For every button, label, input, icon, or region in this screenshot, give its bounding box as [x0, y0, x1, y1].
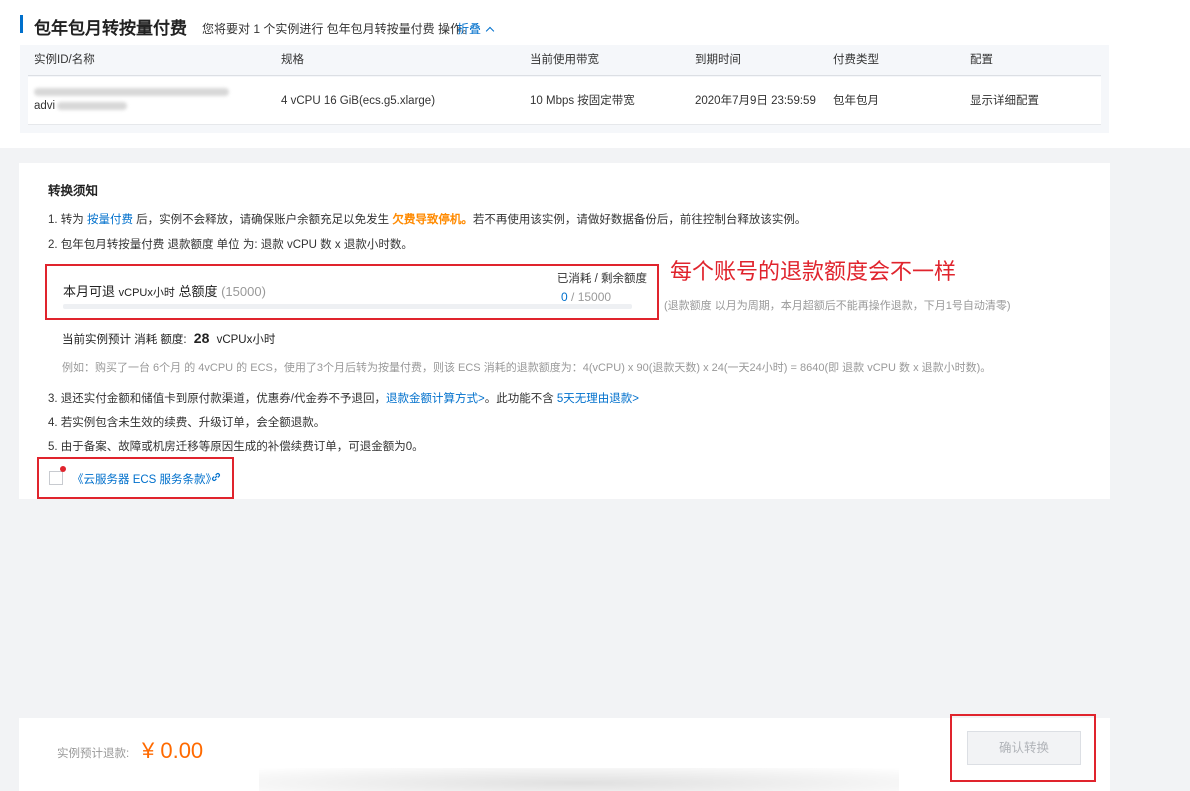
notice-item-1-mid: 后，实例不会释放，请确保账户余额充足以免发生	[132, 214, 393, 226]
instance-table: 实例ID/名称 规格 当前使用带宽 到期时间 付费类型 配置 advi 4 vC…	[20, 45, 1109, 133]
table-row: advi 4 vCPU 16 GiB(ecs.g5.xlarge) 10 Mbp…	[28, 77, 1101, 125]
conversion-notice-panel: 转换须知 1. 转为 按量付费 后，实例不会释放，请确保账户余额充足以免发生 欠…	[19, 163, 1110, 499]
quota-usage-label: 已消耗 / 剩余额度	[556, 273, 647, 285]
no-reason-refund-link[interactable]: 5天无理由退款>	[557, 393, 639, 405]
table-header: 实例ID/名称 规格 当前使用带宽 到期时间 付费类型 配置	[28, 45, 1101, 76]
quota-remaining: 15000	[577, 290, 612, 304]
quota-note: (退款额度 以月为周期，本月超额后不能再操作退款，下月1号自动清零)	[664, 300, 1011, 312]
quota-label: 本月可退 vCPUx小时 总额度 (15000)	[63, 281, 266, 300]
notice-item-3-mid: 。此功能不含	[484, 393, 557, 405]
notice-heading: 转换须知	[48, 184, 99, 198]
collapse-toggle[interactable]: 折叠	[457, 20, 495, 37]
estimate-pre: 当前实例预计	[62, 334, 135, 346]
estimate-consume: 消耗	[134, 334, 158, 346]
quota-used: 0	[561, 290, 568, 304]
title-accent-bar	[20, 15, 23, 33]
overdue-warning: 欠费导致停机。	[392, 214, 473, 226]
page-title: 包年包月转按量付费	[34, 19, 187, 38]
instance-pay-type: 包年包月	[833, 95, 879, 107]
footer-bar: 实例预计退款: ¥ 0.00 确认转换	[19, 714, 1110, 791]
pay-as-you-go-link[interactable]: 按量付费	[87, 214, 133, 226]
terms-link[interactable]: 《云服务器 ECS 服务条款》	[72, 471, 217, 487]
footer-shadow	[259, 768, 899, 791]
quota-label-main: 本月可退	[63, 284, 119, 299]
required-dot	[60, 466, 66, 472]
estimate-value: 28	[193, 330, 210, 346]
quota-label-unit: vCPUx小时	[118, 287, 175, 299]
example-text: 例如：购买了一台 6个月 的 4vCPU 的 ECS，使用了3个月后转为按量付费…	[62, 362, 992, 374]
quota-separator: /	[567, 290, 578, 304]
notice-item-3-pre: 3. 退还实付金额和储值卡到原付款渠道，优惠券/代金券不予退回，	[48, 393, 386, 405]
notice-item-3: 3. 退还实付金额和储值卡到原付款渠道，优惠券/代金券不予退回，退款金额计算方式…	[48, 390, 639, 406]
confirm-convert-button[interactable]: 确认转换	[967, 731, 1081, 765]
redacted-instance-name	[57, 101, 128, 110]
notice-item-1: 1. 转为 按量付费 后，实例不会释放，请确保账户余额充足以免发生 欠费导致停机…	[48, 211, 806, 227]
col-config: 配置	[970, 54, 993, 66]
refund-quota-box: 本月可退 vCPUx小时 总额度 (15000) 已消耗 / 剩余额度 0 / …	[45, 264, 659, 320]
quota-progress-bar	[63, 304, 632, 309]
notice-item-4: 4. 若实例包含未生效的续费、升级订单，会全额退款。	[48, 417, 326, 429]
refund-label: 实例预计退款:	[57, 748, 130, 760]
instance-bandwidth: 10 Mbps 按固定带宽	[530, 95, 635, 107]
terms-checkbox[interactable]	[49, 471, 63, 485]
instance-id-name: advi	[34, 85, 229, 113]
notice-item-5: 5. 由于备案、故障或机房迁移等原因生成的补偿续费订单，可退金额为0。	[48, 441, 424, 453]
col-instance-id: 实例ID/名称	[34, 54, 95, 66]
refund-calc-link[interactable]: 退款金额计算方式>	[386, 393, 485, 405]
quota-total-value: (15000)	[221, 284, 266, 299]
instance-expire: 2020年7月9日 23:59:59	[695, 95, 816, 107]
chevron-up-icon	[485, 26, 495, 36]
operation-description: 您将要对 1 个实例进行 包年包月转按量付费 操作。	[202, 22, 475, 36]
link-icon	[211, 472, 221, 482]
quota-usage-values: 0 / 15000	[561, 290, 611, 304]
col-expire: 到期时间	[695, 54, 741, 66]
notice-item-2: 2. 包年包月转按量付费 退款额度 单位 为: 退款 vCPU 数 x 退款小时…	[48, 239, 413, 251]
notice-item-1-post: 若不再使用该实例，请做好数据备份后，前往控制台释放该实例。	[472, 214, 807, 226]
estimate-unit: vCPUx小时	[213, 334, 276, 346]
instance-spec: 4 vCPU 16 GiB(ecs.g5.xlarge)	[281, 95, 436, 107]
confirm-highlight: 确认转换	[950, 714, 1096, 782]
col-spec: 规格	[281, 54, 304, 66]
show-config-link[interactable]: 显示详细配置	[970, 77, 1039, 125]
col-pay-type: 付费类型	[833, 54, 879, 66]
collapse-label: 折叠	[457, 22, 482, 36]
refund-amount: ¥ 0.00	[142, 738, 204, 763]
terms-agreement: 《云服务器 ECS 服务条款》	[37, 457, 234, 499]
quota-label-total: 总额度	[174, 284, 222, 299]
estimated-consumption: 当前实例预计 消耗 额度: 28 vCPUx小时	[62, 330, 275, 347]
annotation-text: 每个账号的退款额度会不一样	[670, 260, 957, 285]
col-bandwidth: 当前使用带宽	[530, 54, 599, 66]
estimate-mid: 额度:	[157, 334, 190, 346]
instance-name-prefix: advi	[34, 100, 56, 112]
instance-summary-panel: 包年包月转按量付费 您将要对 1 个实例进行 包年包月转按量付费 操作。 折叠 …	[0, 0, 1190, 148]
notice-item-1-pre: 1. 转为	[48, 214, 87, 226]
redacted-instance-id	[34, 87, 229, 96]
